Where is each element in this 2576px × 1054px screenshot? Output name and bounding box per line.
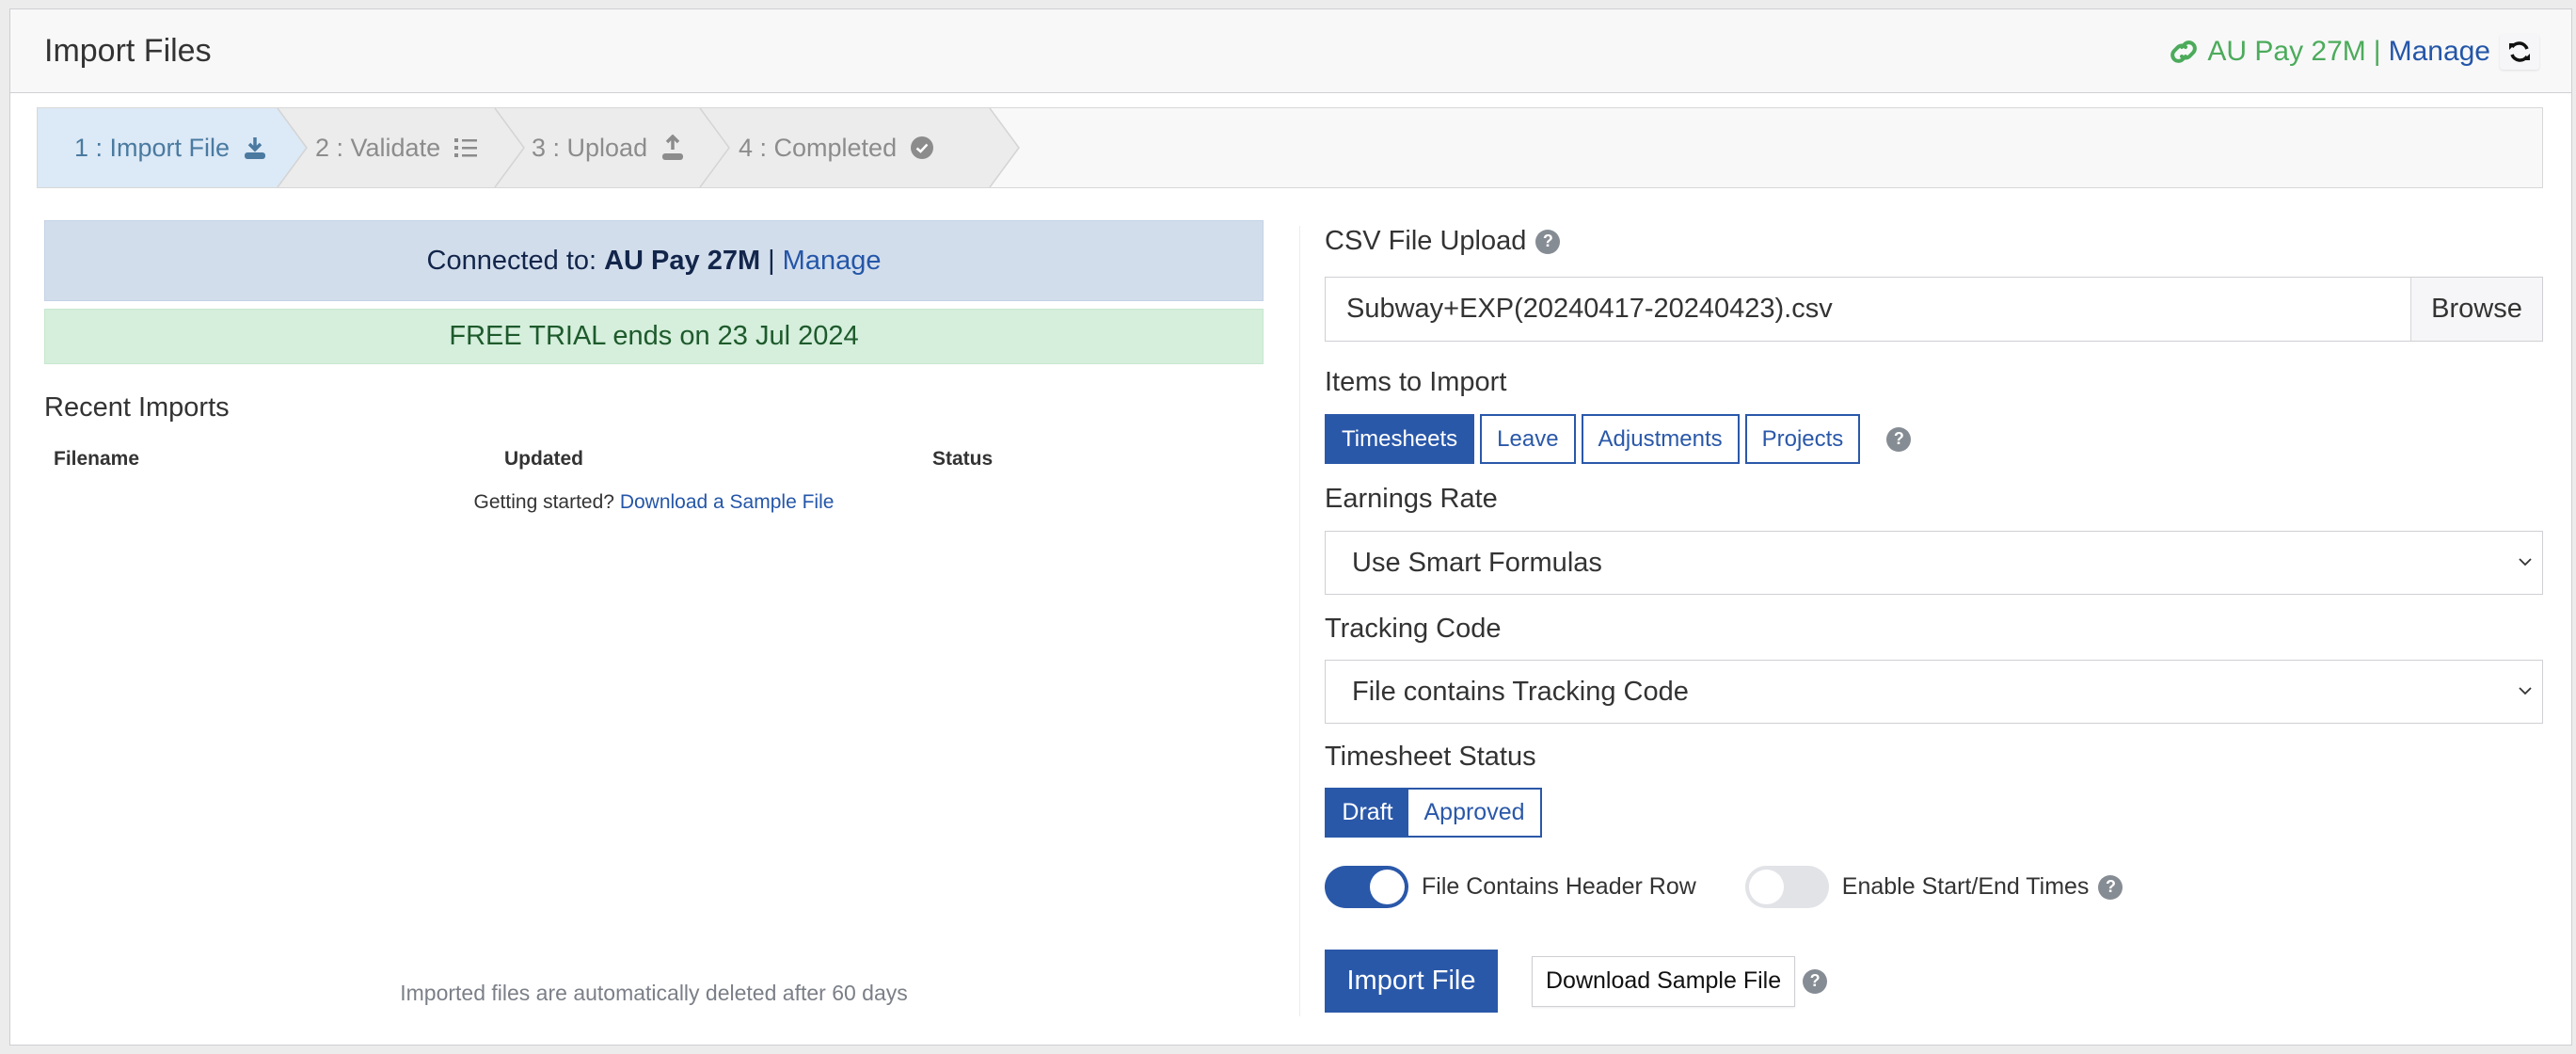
empty-prefix: Getting started? — [473, 491, 614, 513]
connection-indicator: AU Pay 27M — [2168, 36, 2366, 68]
selected-value: File contains Tracking Code — [1352, 676, 1689, 707]
chevron-down-icon — [2519, 558, 2532, 567]
refresh-button[interactable] — [2500, 34, 2539, 70]
earnings-rate-select[interactable]: Use Smart Formulas — [1325, 531, 2543, 595]
timesheet-status-label: Timesheet Status — [1325, 742, 1536, 772]
help-icon[interactable]: ? — [1535, 229, 1561, 254]
list-icon — [454, 138, 478, 157]
toggle-row: File Contains Header Row Enable Start/En… — [1325, 866, 2123, 908]
item-leave-button[interactable]: Leave — [1480, 414, 1576, 464]
trial-alert: FREE TRIAL ends on 23 Jul 2024 — [44, 309, 1264, 364]
chevron-down-icon — [2519, 687, 2532, 695]
card-header: Import Files AU Pay 27M | Manage — [10, 9, 2571, 93]
tracking-code-select[interactable]: File contains Tracking Code — [1325, 660, 2543, 724]
label-text: CSV File Upload — [1325, 226, 1527, 256]
download-sample-link[interactable]: Download a Sample File — [620, 491, 835, 513]
timesheet-status-group: Draft Approved — [1325, 788, 1542, 838]
download-sample-file-button[interactable]: Download Sample File — [1532, 955, 1796, 1007]
separator: | — [2373, 36, 2381, 67]
item-adjustments-button[interactable]: Adjustments — [1581, 414, 1740, 464]
csv-upload-label: CSV File Upload ? — [1325, 226, 1561, 257]
step-label: 1 : Import File — [74, 133, 231, 162]
connected-prefix: Connected to: — [426, 245, 597, 276]
retention-footnote: Imported files are automatically deleted… — [400, 981, 908, 1005]
step-validate[interactable]: 2 : Validate — [315, 108, 478, 187]
header-row-toggle[interactable] — [1325, 866, 1408, 908]
step-label: 4 : Completed — [739, 133, 898, 162]
connection-name: AU Pay 27M — [2207, 36, 2366, 67]
toggle-knob — [1370, 870, 1405, 904]
header-row-label: File Contains Header Row — [1422, 873, 1696, 900]
column-updated: Updated — [504, 448, 583, 470]
status-draft-button[interactable]: Draft — [1327, 790, 1408, 836]
earnings-rate-label: Earnings Rate — [1325, 484, 1498, 514]
import-files-card: Import Files AU Pay 27M | Manage 1: Imp… — [9, 8, 2572, 1046]
manage-link[interactable]: Manage — [2389, 36, 2490, 68]
items-to-import-group: Timesheets Leave Adjustments Projects ? — [1325, 414, 1912, 464]
csv-file-input-group: Subway+EXP(20240417-20240423).csv Browse — [1325, 277, 2543, 342]
connection-status: AU Pay 27M | Manage — [2168, 34, 2539, 70]
help-icon[interactable]: ? — [1803, 968, 1828, 994]
csv-file-input[interactable]: Subway+EXP(20240417-20240423).csv — [1326, 278, 2410, 341]
left-panel: Connected to: AU Pay 27M | Manage FREE T… — [44, 220, 1264, 514]
empty-state-message: Getting started? Download a Sample File — [44, 491, 1264, 514]
toggle-knob — [1748, 870, 1784, 904]
items-to-import-label: Items to Import — [1325, 367, 1507, 397]
step-label: 2 : Validate — [315, 133, 441, 162]
refresh-icon — [2509, 41, 2530, 62]
recent-imports-header: Filename Updated Status — [44, 448, 1264, 476]
tracking-code-label: Tracking Code — [1325, 614, 1502, 644]
connected-manage-link[interactable]: Manage — [783, 246, 882, 277]
upload-icon — [662, 135, 684, 160]
link-icon — [2171, 40, 2198, 63]
recent-imports-title: Recent Imports — [44, 392, 230, 423]
selected-value: Use Smart Formulas — [1352, 547, 1602, 578]
start-end-times-label: Enable Start/End Times — [1841, 873, 2090, 900]
help-icon[interactable]: ? — [1886, 426, 1912, 452]
download-icon — [245, 137, 266, 159]
browse-button[interactable]: Browse — [2410, 278, 2542, 341]
panel-divider — [1299, 226, 1300, 1016]
item-projects-button[interactable]: Projects — [1744, 414, 1861, 464]
page-title: Import Files — [44, 33, 212, 69]
help-icon[interactable]: ? — [2098, 874, 2123, 900]
wizard-stepper: 1 : Import File 2 : Validate 3 : Upload … — [37, 107, 2543, 188]
item-timesheets-button[interactable]: Timesheets — [1325, 414, 1475, 464]
action-row: Import File Download Sample File ? — [1325, 950, 1828, 1013]
start-end-times-toggle[interactable] — [1744, 866, 1829, 908]
step-upload[interactable]: 3 : Upload — [532, 108, 685, 187]
import-file-button[interactable]: Import File — [1325, 950, 1498, 1013]
step-import-file[interactable]: 1 : Import File — [74, 108, 267, 187]
column-filename: Filename — [54, 448, 140, 470]
step-label: 3 : Upload — [532, 133, 648, 162]
connected-alert: Connected to: AU Pay 27M | Manage — [44, 220, 1264, 301]
separator: | — [768, 245, 775, 276]
connected-name: AU Pay 27M — [604, 245, 761, 276]
status-approved-button[interactable]: Approved — [1408, 790, 1540, 836]
step-completed[interactable]: 4 : Completed — [739, 108, 934, 187]
check-circle-icon — [911, 136, 934, 159]
column-status: Status — [932, 448, 994, 470]
